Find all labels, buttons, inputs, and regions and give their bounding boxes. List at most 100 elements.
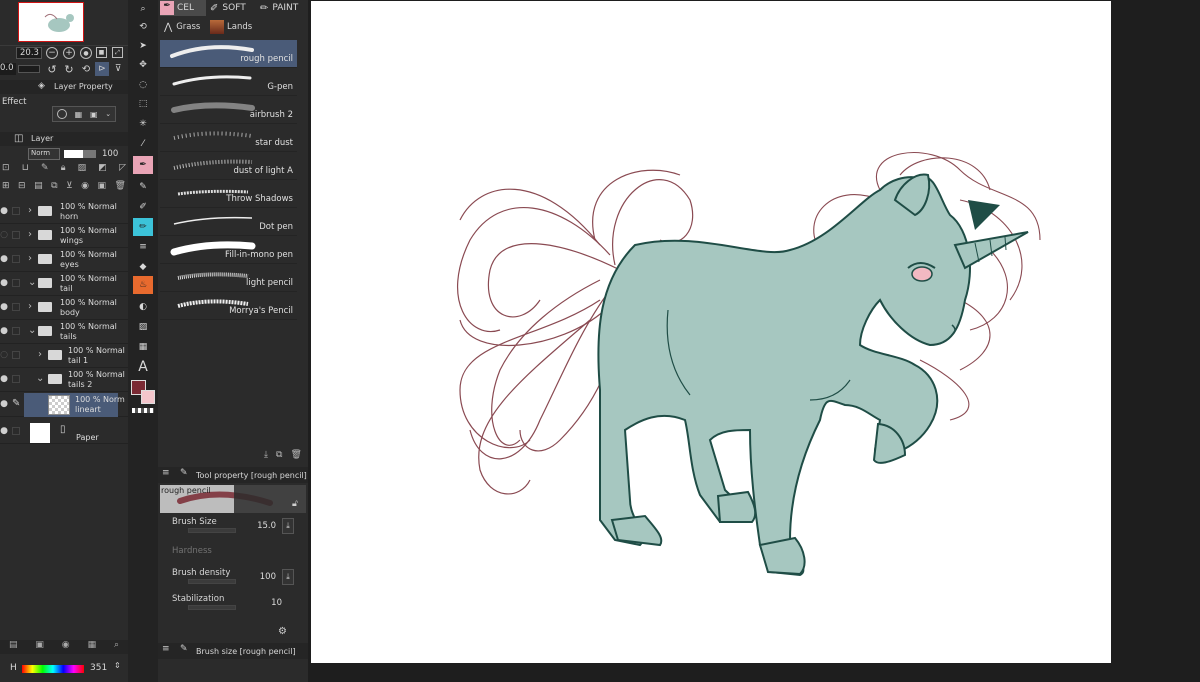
lock-box[interactable] xyxy=(12,351,20,359)
new-raster-icon[interactable]: ⊞ xyxy=(2,181,10,193)
layer-row[interactable]: ● › 100 % Normal body xyxy=(0,296,128,320)
airbrush-tool-icon[interactable]: ✏ xyxy=(133,218,153,236)
pen-tool-icon[interactable]: ✒ xyxy=(133,156,153,174)
lasso-tool-icon[interactable]: ◌ xyxy=(133,76,153,94)
chevron-right-icon[interactable]: › xyxy=(28,205,32,216)
eyedropper-icon[interactable]: ⁄ xyxy=(133,135,153,153)
brush-density-dynamics-icon[interactable]: ⤓ xyxy=(282,569,294,585)
layer-row-selected[interactable]: ● ✎ 100 % Norm lineart xyxy=(0,393,128,417)
brush-item[interactable]: Morrya's Pencil xyxy=(160,292,297,320)
brush-item-selected[interactable]: rough pencil xyxy=(160,40,297,68)
lock-box[interactable] xyxy=(12,207,20,215)
lock-box[interactable] xyxy=(12,255,20,263)
decoration-tool-icon[interactable]: ≡ xyxy=(133,238,153,256)
tab-paint[interactable]: ✏ PAINT xyxy=(260,0,308,16)
chevron-right-icon[interactable]: › xyxy=(38,349,42,360)
chevron-down-icon[interactable]: ⌄ xyxy=(28,325,36,336)
eye-icon[interactable]: ● xyxy=(0,426,8,436)
chevron-right-icon[interactable]: › xyxy=(28,301,32,312)
brush-size-row[interactable]: Brush Size 15.0 ⤓ xyxy=(168,515,296,539)
fill-tool-icon[interactable]: ◐ xyxy=(133,298,153,316)
brush-density-slider[interactable] xyxy=(188,579,236,584)
tab-cel[interactable]: ✒ CEL xyxy=(160,0,206,16)
fit-icon[interactable]: ● xyxy=(80,47,92,59)
blend-tool-icon[interactable]: ♨ xyxy=(133,276,153,294)
fit-window-icon[interactable]: ⤢ xyxy=(112,47,123,58)
search-icon[interactable]: ⌕ xyxy=(114,640,119,654)
clip-icon[interactable]: ⊔ xyxy=(22,163,29,175)
layer-row[interactable]: ● › 100 % Normal horn xyxy=(0,200,128,224)
lock-box[interactable] xyxy=(12,375,20,383)
delete-subtool-icon[interactable]: 🗑︎ xyxy=(291,450,302,462)
lock-alpha-icon[interactable]: ▨ xyxy=(78,163,87,175)
lock-icon[interactable]: 🔓︎ xyxy=(292,499,298,509)
brush-item[interactable]: Dot pen xyxy=(160,208,297,236)
zoom-tool-icon[interactable]: ⌕ xyxy=(133,0,153,18)
eye-icon[interactable]: ● xyxy=(0,399,8,409)
stepper-icon[interactable]: ⇕ xyxy=(114,661,121,670)
frame-tool-icon[interactable]: ▦ xyxy=(133,338,153,356)
copy-subtool-icon[interactable]: ⧉ xyxy=(276,450,282,462)
hue-slider[interactable] xyxy=(22,665,84,673)
history-icon[interactable]: ▣ xyxy=(35,640,44,654)
brush-preview[interactable]: rough pencil 🔓︎ xyxy=(160,485,306,513)
apply-mask-icon[interactable]: ▣ xyxy=(98,181,107,193)
material-icon[interactable]: ▦ xyxy=(88,640,97,654)
chevron-down-icon[interactable]: ⌄ xyxy=(28,277,36,288)
navigator-preview[interactable] xyxy=(18,2,84,42)
transparent-swatch[interactable] xyxy=(132,408,154,413)
pencil-tool-icon[interactable]: ✎ xyxy=(133,178,153,196)
stabilization-value[interactable]: 10 xyxy=(271,598,282,608)
ruler-icon[interactable]: ◸ xyxy=(119,163,126,175)
download-icon[interactable]: ⤓ xyxy=(264,450,268,462)
layer-row[interactable]: ● ⌄ 100 % Normal tails 2 xyxy=(0,368,128,392)
brush-tool-icon[interactable]: ✐ xyxy=(133,198,153,216)
brush-item[interactable]: star dust xyxy=(160,124,297,152)
new-folder-icon[interactable]: ▤ xyxy=(34,181,43,193)
brush-item[interactable]: airbrush 2 xyxy=(160,96,297,124)
text-tool-icon[interactable]: A xyxy=(133,358,153,376)
blend-mode-select[interactable]: Norm xyxy=(28,148,60,160)
zoom-out-icon[interactable]: − xyxy=(46,47,58,59)
chevron-right-icon[interactable]: › xyxy=(28,253,32,264)
zoom-value[interactable]: 20.3 xyxy=(16,47,42,59)
eye-icon[interactable]: ● xyxy=(0,374,8,384)
lock-box[interactable] xyxy=(12,231,20,239)
eye-icon[interactable]: ● xyxy=(0,206,8,216)
mask-add-icon[interactable]: ◉ xyxy=(81,181,89,193)
move-tool-icon[interactable]: ✥ xyxy=(133,56,153,74)
rotate-slider[interactable] xyxy=(18,65,40,73)
opacity-value[interactable]: 100 xyxy=(102,149,118,159)
eye-icon[interactable]: ○ xyxy=(0,350,8,360)
eye-icon[interactable]: ● xyxy=(0,302,8,312)
copy-layer-icon[interactable]: ⧉ xyxy=(51,181,57,193)
chevron-down-icon[interactable]: ⌄ xyxy=(36,373,44,384)
menu-icon[interactable]: ≡ xyxy=(162,644,170,654)
eye-icon[interactable]: ● xyxy=(0,326,8,336)
border-effect-icon[interactable] xyxy=(56,109,67,119)
layer-row[interactable]: ● ⌄ 100 % Normal tails xyxy=(0,320,128,344)
merge-icon[interactable]: ⊻ xyxy=(66,181,73,193)
canvas-paper[interactable] xyxy=(311,1,1111,663)
layer-row[interactable]: ○ › 100 % Normal wings xyxy=(0,224,128,248)
dropdown-icon[interactable]: ⌄ xyxy=(105,110,111,118)
chevron-right-icon[interactable]: › xyxy=(28,229,32,240)
new-vector-icon[interactable]: ⊟ xyxy=(18,181,26,193)
brush-item[interactable]: dust of light A xyxy=(160,152,297,180)
lock-icon[interactable]: 🔒︎ xyxy=(61,163,66,175)
tab-soft[interactable]: ✐ SOFT xyxy=(210,0,256,16)
brush-item[interactable]: Fill-in-mono pen xyxy=(160,236,297,264)
rotate-tool-icon[interactable]: ⟲ xyxy=(133,18,153,36)
operation-tool-icon[interactable]: ➤ xyxy=(133,37,153,55)
layer-property-tab[interactable]: Layer Property xyxy=(54,82,113,91)
mask-icon[interactable]: ◩ xyxy=(98,163,107,175)
flip-vertical-icon[interactable]: ⊽ xyxy=(112,63,124,75)
delete-layer-icon[interactable]: 🗑︎ xyxy=(115,181,126,193)
brush-size-slider[interactable] xyxy=(188,528,236,533)
layer-row[interactable]: ● ⌄ 100 % Normal tail xyxy=(0,272,128,296)
eye-icon[interactable]: ● xyxy=(0,254,8,264)
brush-density-row[interactable]: Brush density 100 ⤓ xyxy=(168,566,296,590)
stabilization-slider[interactable] xyxy=(188,605,236,610)
hue-value[interactable]: 351 xyxy=(90,663,107,673)
actual-size-icon[interactable]: ■ xyxy=(96,47,107,58)
